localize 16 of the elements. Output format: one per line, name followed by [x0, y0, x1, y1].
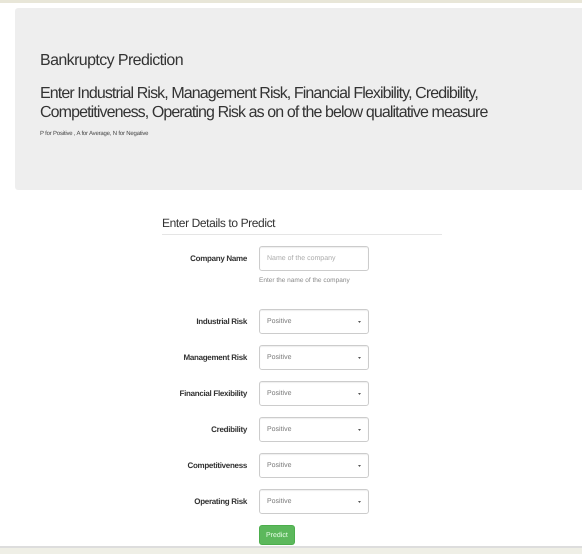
caret-icon	[358, 392, 361, 394]
form-legend: Enter Details to Predict	[162, 216, 442, 235]
caret-icon	[358, 428, 361, 430]
field-label: Management Risk	[182, 352, 247, 362]
caret-icon	[358, 500, 361, 502]
field-label: Financial Flexibility	[178, 388, 247, 398]
field-label: Industrial Risk	[195, 316, 247, 326]
field-label: Operating Risk	[193, 496, 247, 506]
caret-icon	[358, 464, 361, 466]
caret-icon	[358, 320, 361, 322]
intro-text: Enter Industrial Risk, Management Risk, Financial Flexibility, Credibility, Competitiveness, Operating Risk as on of the below qualitative measure	[40, 84, 489, 122]
field-label: Credibility	[210, 424, 247, 434]
page-title: Bankruptcy Prediction	[40, 52, 184, 70]
field-label: Competitiveness	[186, 460, 247, 470]
caret-icon	[358, 356, 361, 358]
field-label: Company Name	[189, 253, 247, 263]
